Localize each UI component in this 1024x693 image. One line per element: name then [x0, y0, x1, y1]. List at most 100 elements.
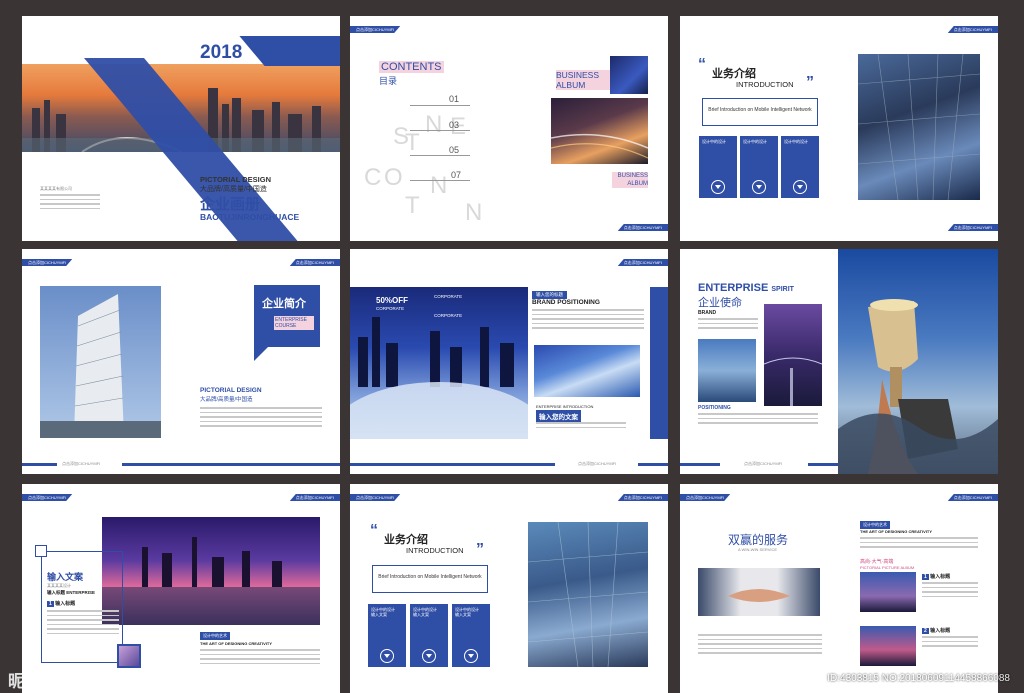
city-item-row: 1 输入标题: [47, 600, 75, 607]
spirit-text-lines: [698, 318, 758, 332]
about-page: 点击添加CICHUYMFI 点击添加CICHUYMFI 企业简介 ENTERPR…: [22, 249, 340, 474]
header-tag-right: 点击添加CICHUYMFI: [289, 259, 340, 266]
about-bubble-tail: [254, 347, 268, 361]
biz2-card-label: 设计中的设计 输入文案: [452, 604, 490, 620]
trophy-photo: [838, 249, 998, 474]
biz-title-cn: 业务介绍: [712, 68, 756, 80]
brand-right-bar: [650, 287, 668, 439]
footer-line: [350, 463, 555, 466]
footer-line-right: [638, 463, 668, 466]
biz2-card-3: 设计中的设计 输入文案: [452, 604, 490, 667]
biz-card-label: 设计中的设计: [743, 139, 767, 144]
header-tag: 点击添加CICHUYMFI: [22, 259, 73, 266]
biz-intro-text: Brief Introduction on Mobile Intelligent…: [708, 107, 812, 113]
chevron-down-icon: [464, 649, 478, 663]
contents-num-2: 03: [449, 120, 460, 130]
contents-line-1: [410, 105, 470, 106]
card-sub: 输入文案: [413, 612, 429, 617]
service-art-text: 设计中的艺术: [863, 522, 887, 527]
brand-positioning-title: BRAND POSITIONING: [532, 299, 600, 306]
city-art-en: THE ART OF DESIGNING CREATIVITY: [200, 641, 273, 646]
brand-label-text: 输入您的标题: [536, 292, 563, 297]
service-text-lines: [698, 634, 822, 657]
bg-letter: C: [364, 164, 382, 191]
contents-line-4: [410, 180, 470, 181]
footer-tag: 点击添加CICHUYMFI: [617, 224, 668, 231]
brand-corporate-2: CORPORATE: [434, 294, 463, 299]
watermark-id: ID:4303815 NO:20180609114458866088: [827, 673, 1010, 684]
nipic-url: www.nipic.com: [86, 672, 159, 684]
card-sub: 输入文案: [455, 612, 471, 617]
cover-title-pinyin: BAOTUJINRONGHUACE: [200, 212, 300, 222]
spirit-title-cn: 企业使命: [698, 297, 742, 309]
sea-cloud-photo: [698, 339, 756, 402]
spirit-title-sub: SPIRIT: [771, 286, 794, 293]
service-item-lines-2: [922, 636, 978, 650]
city-frame: [41, 551, 123, 663]
spirit-pos-lines: [698, 413, 818, 427]
bg-letter: T: [405, 192, 420, 219]
brand-label-top: 输入您的标题: [532, 291, 567, 299]
chevron-down-icon: [752, 180, 766, 194]
city-title-cn: 输入文案: [47, 572, 84, 582]
nipic-logo: 昵图网: [8, 672, 59, 691]
service-item-1: 1 输入标题: [922, 573, 950, 580]
brand-input-label: 输入您的文案: [536, 410, 581, 422]
album-photo-small: [610, 56, 648, 94]
business-intro-page: 点击添加CICHUYMFI “ 业务介绍 INTRODUCTION ” Brie…: [680, 16, 998, 241]
service-photo-2: [860, 626, 916, 666]
header-tag-right: 点击添加CICHUYMFI: [947, 494, 998, 501]
number-badge: 1: [922, 574, 929, 580]
contents-num-1: 01: [449, 94, 460, 104]
handshake-photo: [698, 568, 820, 616]
service-page: 点击添加CICHUYMFI 点击添加CICHUYMFI 双赢的服务 A WIN-…: [680, 484, 998, 693]
footer-line-right: [808, 463, 838, 466]
glass-tower-photo: [528, 522, 648, 667]
watermark-bar: 昵图网 www.nipic.com ID:4303815 NO:20180609…: [0, 663, 1024, 693]
contents-num-4: 07: [451, 170, 462, 180]
contents-line-3: [410, 155, 470, 156]
biz-card-label: 设计中的设计: [784, 139, 808, 144]
biz-intro-box: Brief Introduction on Mobile Intelligent…: [702, 98, 818, 126]
biz2-intro-box: Brief Introduction on Mobile Intelligent…: [372, 565, 488, 593]
chevron-down-icon: [422, 649, 436, 663]
brand-input-lines: [536, 422, 626, 431]
service-art-label: 设计中的艺术: [860, 521, 890, 529]
service-title-en: A WIN-WIN SERVICE: [738, 547, 778, 552]
number-badge: 1: [47, 601, 54, 607]
brand-input-text: 输入您的文案: [539, 414, 578, 421]
brand-corporate: CORPORATE: [376, 306, 405, 311]
biz2-card-label: 设计中的设计 输入文案: [410, 604, 448, 620]
quote-open-icon: “: [698, 56, 706, 73]
city-sub-small: 某某某某设计: [47, 583, 71, 588]
biz-card-label: 设计中的设计: [702, 139, 726, 144]
contents-line-2: [410, 130, 470, 131]
wave-photo: [534, 345, 640, 397]
header-tag: 点击添加CICHUYMFI: [617, 259, 668, 266]
bridge-night-photo: [764, 304, 822, 406]
service-photo-1: [860, 572, 916, 612]
footer-tag: 点击添加CICHUYMFI: [947, 224, 998, 231]
city-frame-corner: [35, 545, 47, 557]
chevron-down-icon: [380, 649, 394, 663]
city-art-label: 设计中的艺术: [200, 632, 230, 640]
bg-letter: O: [384, 164, 403, 191]
skyscraper-photo: [858, 54, 980, 200]
bg-letter: S: [393, 123, 410, 150]
brand-corporate-3: CORPORATE: [434, 313, 463, 318]
city-night-page: 点击添加CICHUYMFI 点击添加CICHUYMFI 输入文案 某某某某设计 …: [22, 484, 340, 693]
header-tag: 点击添加CICHUYMFI: [22, 494, 73, 501]
brand-off: 50%OFF: [376, 296, 409, 305]
about-bubble-title: 企业简介: [262, 298, 306, 310]
biz2-title-en: INTRODUCTION: [406, 546, 464, 555]
footer-line-right: [122, 463, 340, 466]
contents-page: 点击添加CICHUYMFI CONTENTS 目录 N T S E C O N …: [350, 16, 668, 241]
brand-page: 点击添加CICHUYMFI 50%OFF CORPORATE CORPORATE…: [350, 249, 668, 474]
footer-line: [680, 463, 720, 466]
quote-close-icon: ”: [806, 74, 814, 91]
spirit-title-main: ENTERPRISE: [698, 282, 769, 294]
biz2-intro-text: Brief Introduction on Mobile Intelligent…: [378, 574, 482, 580]
about-bubble-sub: ENTERPRISE COURSE: [274, 316, 314, 330]
header-tag: 点击添加CICHUYMFI: [947, 26, 998, 33]
about-text-lines: [200, 407, 322, 430]
